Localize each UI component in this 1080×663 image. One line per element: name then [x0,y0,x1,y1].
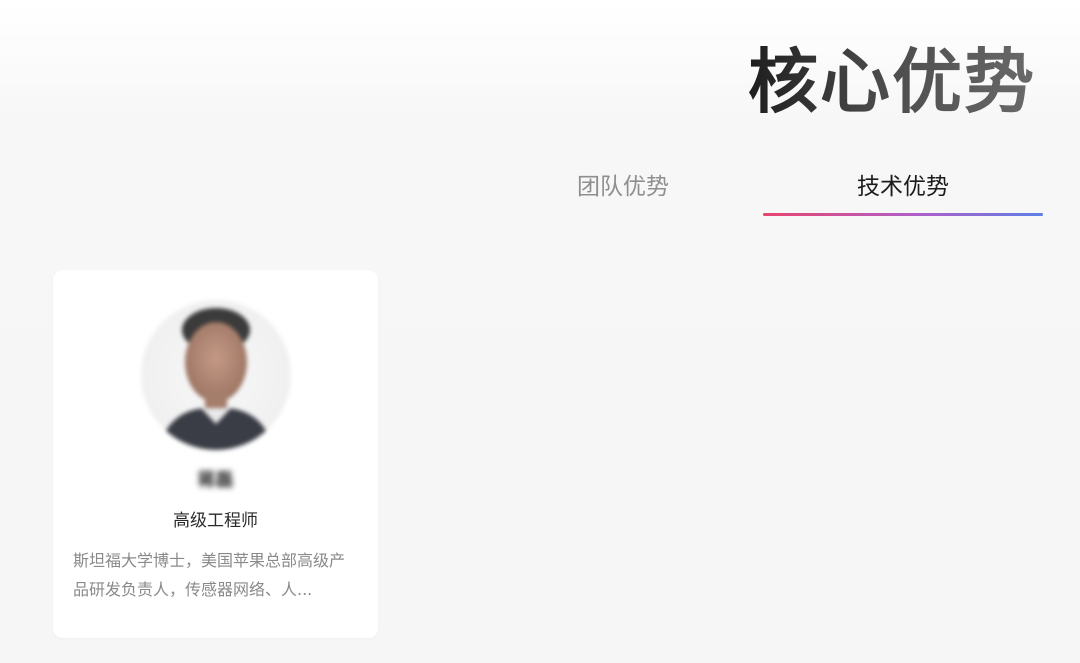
member-card[interactable]: 蒋磊 高级工程师 斯坦福大学博士，美国苹果总部高级产品研发负责人，传感器网络、人… [53,270,378,638]
member-name: 蒋磊 [197,470,234,491]
tab-bar: 团队优势 技术优势 [483,160,1043,216]
section-title: 核心优势 [748,38,1036,126]
tab-label: 技术优势 [857,174,949,200]
avatar [141,300,291,450]
member-role: 高级工程师 [173,511,258,531]
tab-label: 团队优势 [577,174,669,200]
tab-tech-advantage[interactable]: 技术优势 [763,160,1043,216]
tab-team-advantage[interactable]: 团队优势 [483,160,763,216]
member-description: 斯坦福大学博士，美国苹果总部高级产品研发负责人，传感器网络、人... [73,551,346,599]
active-tab-underline [763,213,1043,216]
person-photo-icon [159,308,273,450]
